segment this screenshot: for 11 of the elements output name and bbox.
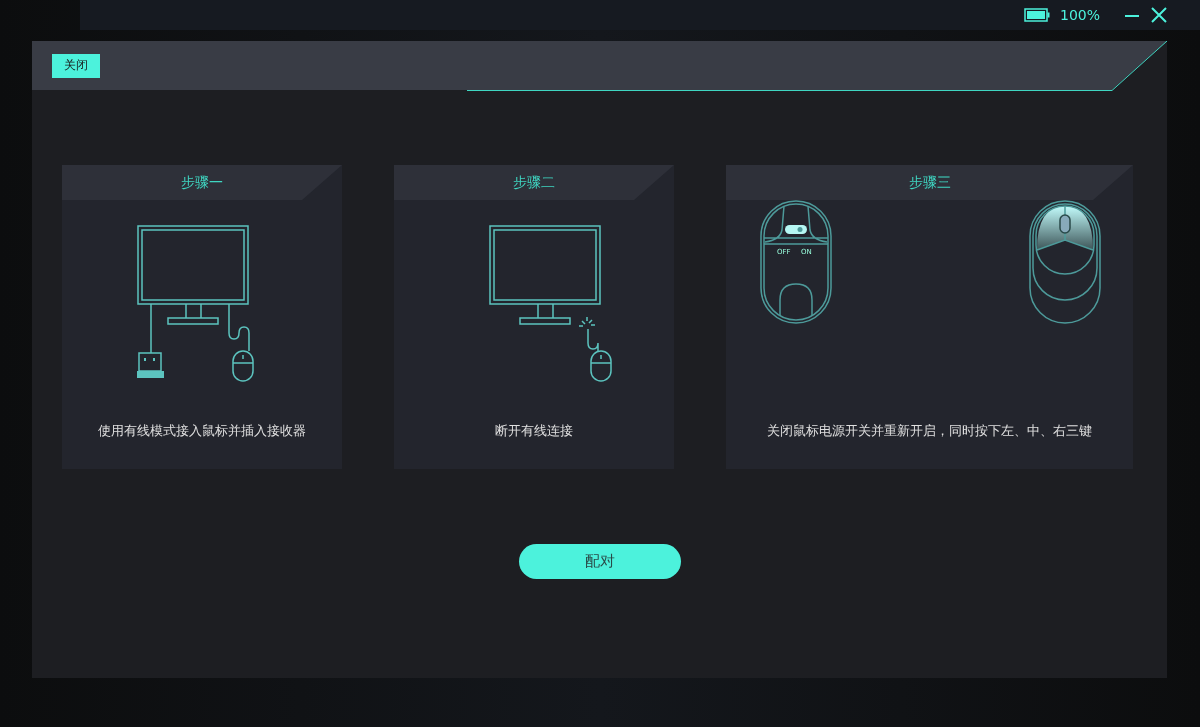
step-caption: 关闭鼠标电源开关并重新开启，同时按下左、中、右三键 bbox=[767, 422, 1092, 440]
battery-icon bbox=[1023, 8, 1050, 22]
step-caption: 使用有线模式接入鼠标并插入接收器 bbox=[98, 422, 306, 440]
pair-button[interactable]: 配对 bbox=[518, 544, 681, 579]
close-icon[interactable] bbox=[1150, 6, 1168, 24]
close-button[interactable]: 关闭 bbox=[52, 53, 100, 78]
step-caption: 断开有线连接 bbox=[495, 422, 573, 440]
step-title: 步骤三 bbox=[908, 173, 951, 192]
battery-level: 100% bbox=[1059, 7, 1100, 23]
step-title: 步骤二 bbox=[513, 173, 555, 192]
step-title: 步骤一 bbox=[181, 173, 223, 192]
